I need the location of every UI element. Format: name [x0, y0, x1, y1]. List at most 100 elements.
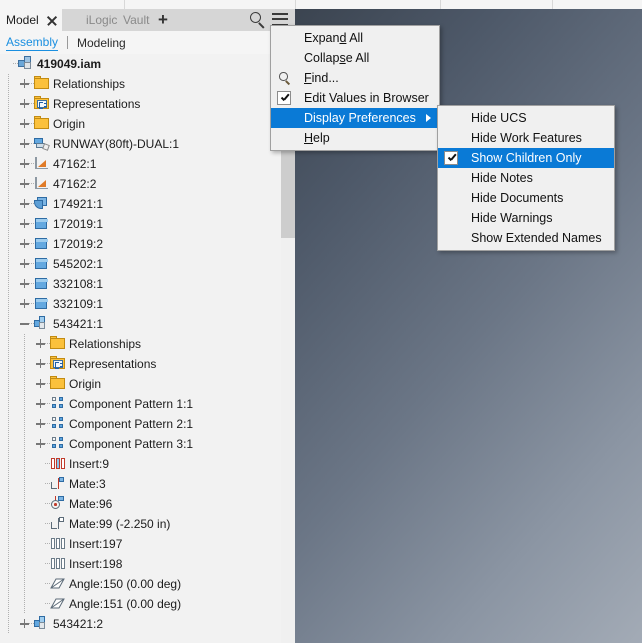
tree-guide — [8, 194, 9, 214]
tree-item[interactable]: 174921:1 — [0, 194, 281, 214]
tree-item[interactable]: 47162:2 — [0, 174, 281, 194]
menu-item-label: Hide Notes — [471, 171, 533, 185]
submenu-item[interactable]: Hide Warnings — [438, 208, 614, 228]
menu-item-label: Help — [304, 131, 330, 145]
tree-expander-plus[interactable] — [20, 279, 29, 288]
angle-constraint-icon — [50, 576, 66, 591]
submenu-item[interactable]: Hide Notes — [438, 168, 614, 188]
tab-ilogic[interactable]: iLogic — [86, 9, 117, 31]
tree-guide — [8, 534, 9, 554]
submenu-item[interactable]: Hide Documents — [438, 188, 614, 208]
menu-item-label: Edit Values in Browser — [304, 91, 429, 105]
add-tab-button[interactable]: + — [158, 11, 168, 28]
subtab-assembly[interactable]: Assembly — [6, 35, 59, 51]
tree-item[interactable]: 332108:1 — [0, 274, 281, 294]
tree-item-label: 174921:1 — [53, 197, 104, 211]
submenu-item[interactable]: Show Children Only — [438, 148, 614, 168]
tree-item[interactable]: Component Pattern 3:1 — [0, 434, 281, 454]
part-icon — [34, 256, 50, 271]
folder-icon — [50, 376, 66, 391]
context-menu-item[interactable]: Expand All — [271, 28, 439, 48]
tree-item[interactable]: Mate:99 (-2.250 in) — [0, 514, 281, 534]
submenu-item[interactable]: Show Extended Names — [438, 228, 614, 248]
tree-guide — [24, 514, 25, 534]
tree-item-label: 419049.iam — [37, 57, 102, 71]
context-menu-item[interactable]: Display Preferences — [271, 108, 439, 128]
close-icon[interactable] — [45, 14, 58, 27]
tree-expander-plus[interactable] — [20, 239, 29, 248]
tree-guide — [8, 114, 9, 134]
context-menu-item[interactable]: Collapse All — [271, 48, 439, 68]
subtab-modeling[interactable]: Modeling — [77, 36, 126, 50]
wedge-part-icon — [34, 156, 50, 171]
tree-item[interactable]: 172019:1 — [0, 214, 281, 234]
tree-guide — [8, 574, 9, 594]
tree-expander-plus[interactable] — [20, 99, 29, 108]
tree-expander-plus[interactable] — [20, 79, 29, 88]
tree-item[interactable]: Angle:151 (0.00 deg) — [0, 594, 281, 614]
tree-item[interactable]: Mate:96 — [0, 494, 281, 514]
context-menu-item[interactable]: Find... — [271, 68, 439, 88]
ribbon-strip — [0, 0, 642, 9]
subassembly-icon — [34, 616, 50, 631]
tree-item[interactable]: Mate:3 — [0, 474, 281, 494]
tree-expander-plus[interactable] — [36, 419, 45, 428]
tab-model[interactable]: Model — [0, 9, 62, 31]
tree-expander-plus[interactable] — [36, 379, 45, 388]
tree-item-label: Relationships — [69, 337, 142, 351]
tree-guide — [8, 474, 9, 494]
component-pattern-icon — [50, 416, 66, 431]
tree-item[interactable]: 545202:1 — [0, 254, 281, 274]
tree-item[interactable]: RUNWAY(80ft)-DUAL:1 — [0, 134, 281, 154]
tree-item[interactable]: 172019:2 — [0, 234, 281, 254]
submenu-item[interactable]: Hide UCS — [438, 108, 614, 128]
insert-constraint-icon — [50, 556, 66, 571]
tree-item[interactable]: Insert:9 — [0, 454, 281, 474]
tree-guide — [8, 614, 9, 634]
tree-item[interactable]: Relationships — [0, 334, 281, 354]
menu-checkbox-icon[interactable] — [277, 91, 291, 105]
tree-guide — [8, 434, 9, 454]
tree-item[interactable]: Origin — [0, 114, 281, 134]
tree-item[interactable]: Relationships — [0, 74, 281, 94]
tree-item[interactable]: 543421:2 — [0, 614, 281, 634]
tree-item[interactable]: Representations — [0, 354, 281, 374]
tree-item[interactable]: Angle:150 (0.00 deg) — [0, 574, 281, 594]
tree-expander-plus[interactable] — [36, 359, 45, 368]
tree-item-label: 47162:2 — [53, 177, 97, 191]
tree-item[interactable]: 332109:1 — [0, 294, 281, 314]
tree-item[interactable]: Insert:198 — [0, 554, 281, 574]
tab-vault[interactable]: Vault — [123, 9, 149, 31]
tree-expander-plus[interactable] — [20, 179, 29, 188]
context-menu-item[interactable]: Help — [271, 128, 439, 148]
tree-item[interactable]: 543421:1 — [0, 314, 281, 334]
submenu-item[interactable]: Hide Work Features — [438, 128, 614, 148]
context-menu-item[interactable]: Edit Values in Browser — [271, 88, 439, 108]
search-icon[interactable] — [250, 12, 267, 29]
tree-expander-plus[interactable] — [20, 119, 29, 128]
tree-item-label: 172019:1 — [53, 217, 104, 231]
tree-item[interactable]: Origin — [0, 374, 281, 394]
tree-item[interactable]: 419049.iam — [0, 54, 281, 74]
tree-expander-plus[interactable] — [20, 199, 29, 208]
tree-expander-plus[interactable] — [36, 399, 45, 408]
menu-checkbox-icon[interactable] — [444, 151, 458, 165]
tree-item[interactable]: Insert:197 — [0, 534, 281, 554]
tree-expander-plus[interactable] — [20, 259, 29, 268]
subtab-divider — [67, 36, 69, 49]
tree-expander-plus[interactable] — [36, 439, 45, 448]
tree-item[interactable]: 47162:1 — [0, 154, 281, 174]
tree-expander-plus[interactable] — [20, 159, 29, 168]
tree-item[interactable]: Component Pattern 1:1 — [0, 394, 281, 414]
tree-expander-plus[interactable] — [20, 219, 29, 228]
tree-guide — [8, 374, 9, 394]
tab-model-label: Model — [6, 13, 39, 27]
tree-expander-plus[interactable] — [20, 619, 29, 628]
tree-expander-plus[interactable] — [20, 139, 29, 148]
tree-expander-plus[interactable] — [20, 299, 29, 308]
tree-item-label: Insert:198 — [69, 557, 123, 571]
tree-item[interactable]: Representations — [0, 94, 281, 114]
tree-expander-plus[interactable] — [36, 339, 45, 348]
tree-expander-minus[interactable] — [20, 319, 29, 328]
tree-item[interactable]: Component Pattern 2:1 — [0, 414, 281, 434]
